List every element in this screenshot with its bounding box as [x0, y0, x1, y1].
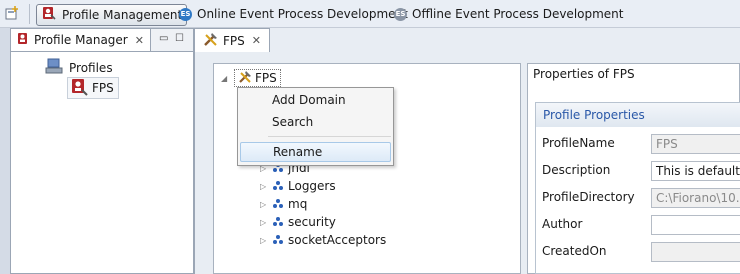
menu-item-search[interactable]: Search — [240, 112, 391, 132]
property-label: CreatedOn — [542, 244, 607, 258]
minimize-icon[interactable]: ▭ — [159, 33, 169, 44]
open-perspective-icon[interactable] — [5, 6, 19, 20]
expand-arrow-icon[interactable]: ▷ — [260, 236, 269, 245]
tab-fps-editor[interactable]: FPS ✕ — [194, 28, 270, 52]
tree-root-fps[interactable]: ◢ FPS — [221, 69, 281, 87]
property-label: ProfileName — [542, 136, 615, 150]
expand-arrow-icon[interactable]: ▷ — [260, 200, 269, 209]
close-icon[interactable]: ✕ — [135, 34, 144, 47]
menu-separator — [268, 136, 391, 137]
profile-properties-header: Profile Properties — [536, 103, 740, 127]
close-icon[interactable]: ✕ — [252, 34, 261, 47]
tab-label: FPS — [223, 33, 245, 48]
profile-directory-field[interactable]: C:\Fiorano\10.3 — [651, 188, 740, 208]
tree-item-security[interactable]: ▷ security — [260, 214, 336, 230]
toolbar-separator — [29, 4, 30, 24]
tab-label: Profile Manager — [34, 33, 128, 47]
perspective-online-event-process[interactable]: ES Online Event Process Development — [175, 4, 412, 24]
tree-label: FPS — [255, 71, 277, 85]
created-on-field[interactable] — [651, 242, 740, 262]
tree-label: FPS — [92, 81, 114, 95]
perspective-toolbar: Profile Management ES Online Event Proce… — [0, 0, 740, 28]
tree-item-loggers[interactable]: ▷ Loggers — [260, 178, 336, 194]
perspective-label: Profile Management — [62, 8, 183, 22]
context-menu: Add Domain Search Rename — [237, 87, 394, 166]
online-es-icon: ES — [179, 7, 192, 21]
maximize-icon[interactable]: ☐ — [175, 33, 185, 44]
tree-label: mq — [288, 197, 308, 211]
property-label: Description — [542, 163, 611, 177]
tree-item-socket-acceptors[interactable]: ▷ socketAcceptors — [260, 232, 386, 248]
tab-profile-manager[interactable]: Profile Manager ✕ — [11, 29, 151, 51]
expand-arrow-icon[interactable]: ▷ — [260, 218, 269, 227]
profiles-folder-icon — [45, 58, 63, 77]
expand-arrow-icon[interactable]: ▷ — [260, 182, 269, 191]
tools-icon — [238, 70, 252, 87]
property-label: ProfileDirectory — [542, 190, 635, 204]
perspective-label: Offline Event Process Development — [412, 7, 624, 21]
profile-icon — [70, 78, 88, 99]
author-field[interactable] — [651, 215, 740, 235]
collapse-arrow-icon[interactable]: ◢ — [221, 74, 230, 83]
perspective-offline-event-process[interactable]: ES Offline Event Process Development — [390, 4, 628, 24]
menu-item-add-domain[interactable]: Add Domain — [240, 90, 391, 110]
profile-manager-icon — [17, 32, 29, 48]
property-label: Author — [542, 217, 583, 231]
tree-item-profiles[interactable]: Profiles — [45, 58, 113, 77]
tree-label: socketAcceptors — [288, 233, 387, 247]
component-icon — [273, 235, 284, 245]
component-icon — [273, 199, 284, 209]
profile-manager-view: Profile Manager ✕ ▭ ☐ Profiles FPS — [10, 28, 194, 274]
tree-item-fps[interactable]: FPS — [67, 77, 119, 99]
component-icon — [273, 217, 284, 227]
tree-root-node[interactable]: FPS — [234, 69, 281, 87]
tree-label: Loggers — [288, 179, 336, 193]
perspective-profile-management[interactable]: Profile Management — [36, 4, 188, 26]
properties-title: Properties of FPS — [533, 67, 635, 81]
component-icon — [273, 181, 284, 191]
profile-name-field[interactable]: FPS — [651, 134, 740, 154]
tree-label: security — [288, 215, 336, 229]
tools-icon — [203, 32, 218, 50]
offline-es-icon: ES — [394, 7, 407, 21]
perspective-label: Online Event Process Development — [197, 7, 408, 21]
tree-label: Profiles — [69, 60, 113, 75]
description-field[interactable]: This is default P — [651, 161, 740, 181]
profile-management-icon — [41, 6, 57, 24]
menu-item-rename[interactable]: Rename — [240, 142, 391, 162]
tree-item-mq[interactable]: ▷ mq — [260, 196, 307, 212]
